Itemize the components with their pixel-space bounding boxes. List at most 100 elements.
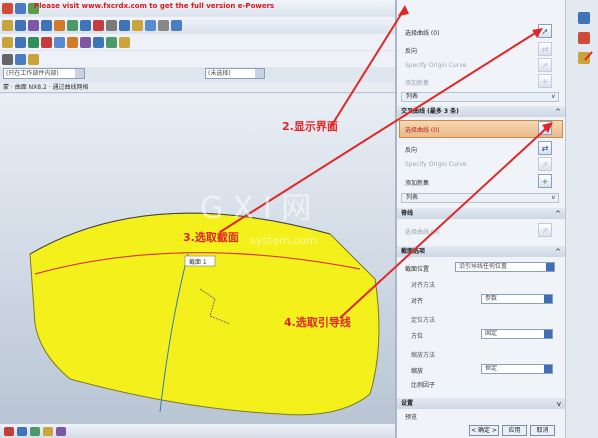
snap-point-icon[interactable]: [17, 426, 27, 436]
section-options-header[interactable]: 截面选项 ^: [397, 246, 565, 257]
cross-section-header[interactable]: 交叉曲线 (最多 3 条) ^: [397, 106, 565, 117]
position-label: 截面位置: [405, 266, 430, 273]
chevron-up-icon: ^: [555, 210, 561, 218]
add-set-icon[interactable]: +: [538, 74, 552, 88]
settings-header[interactable]: 设置 v: [397, 398, 565, 409]
surface-icon[interactable]: [2, 36, 13, 48]
shell-icon[interactable]: [80, 19, 91, 31]
n-sided-icon[interactable]: [54, 36, 65, 48]
orientation-select[interactable]: 固定: [481, 329, 553, 339]
cross-reverse-label: 反向: [405, 147, 418, 154]
feature-toolbar: [0, 17, 395, 33]
select-icon[interactable]: [2, 53, 13, 65]
cross-list-label: 列表: [406, 194, 419, 201]
pick-curve-icon[interactable]: ➚: [538, 223, 552, 237]
chevron-down-icon: [546, 263, 554, 271]
center-icon[interactable]: [56, 426, 66, 436]
orientation-label: 方位: [411, 333, 424, 340]
measure-icon[interactable]: [15, 53, 26, 65]
offset-surface-icon[interactable]: [67, 36, 78, 48]
scaling-label: 缩放: [411, 368, 424, 375]
origin-icon[interactable]: ➚: [538, 58, 552, 72]
render-icon[interactable]: [158, 19, 169, 31]
position-select[interactable]: 沿引导线任何位置: [455, 262, 555, 272]
analysis-icon[interactable]: [28, 53, 39, 65]
new-file-icon[interactable]: [15, 2, 26, 14]
swept-icon[interactable]: [28, 36, 39, 48]
alignment-value: 参数: [485, 295, 498, 302]
ok-button[interactable]: < 确定 >: [469, 425, 499, 436]
view-icon[interactable]: [145, 19, 156, 31]
blend-icon[interactable]: [54, 19, 65, 31]
revolve-icon[interactable]: [28, 19, 39, 31]
position-value: 沿引导线任何位置: [459, 263, 508, 270]
graphics-window[interactable]: 截面 1: [0, 94, 395, 424]
pick-curve-icon[interactable]: ➚: [538, 121, 552, 135]
pattern-icon[interactable]: [106, 19, 117, 31]
bridge-icon[interactable]: [106, 36, 117, 48]
snap-combo[interactable]: (未选择): [205, 68, 265, 79]
extrude-icon[interactable]: [15, 19, 26, 31]
selection-filter-value: (只在工作部件内部): [6, 70, 59, 77]
snap-combo-value: (未选择): [208, 70, 231, 77]
scaling-select[interactable]: 恒定: [481, 364, 553, 374]
endpoint-icon[interactable]: [30, 426, 40, 436]
primary-list-toggle[interactable]: 列表 v: [401, 92, 559, 102]
orientation-header: 定位方法: [411, 317, 436, 324]
reverse-icon[interactable]: ⇄: [538, 42, 552, 56]
cross-list-toggle[interactable]: 列表 v: [401, 193, 559, 203]
reverse-icon[interactable]: ⇄: [538, 141, 552, 155]
scaling-header: 缩放方法: [411, 352, 436, 359]
resource-bar: [565, 0, 598, 438]
navigator-icon[interactable]: [578, 12, 590, 24]
add-set-icon[interactable]: +: [538, 174, 552, 188]
studio-icon[interactable]: [119, 36, 130, 48]
chevron-up-icon: ^: [555, 108, 561, 116]
settings-title: 设置: [401, 400, 414, 407]
alignment-header: 对齐方法: [411, 282, 436, 289]
start-menu-icon[interactable]: [2, 2, 13, 14]
primary-add-new-label: 添加新集: [405, 80, 430, 87]
chevron-down-icon: v: [556, 400, 561, 408]
origin-icon[interactable]: ➚: [538, 157, 552, 171]
midpoint-icon[interactable]: [43, 426, 53, 436]
surface-toolbar: [0, 34, 395, 50]
status-icon[interactable]: [4, 426, 14, 436]
extend-icon[interactable]: [93, 36, 104, 48]
yellow-surface[interactable]: [29, 212, 380, 416]
chevron-down-icon: [544, 295, 552, 303]
primary-select-curve-label: 选择曲线 (0): [405, 30, 440, 37]
alignment-label: 对齐: [411, 298, 424, 305]
datum-icon[interactable]: [132, 19, 143, 31]
trial-notice: Please visit www.fxcrdx.com to get the f…: [34, 2, 275, 10]
cross-section-title: 交叉曲线 (最多 3 条): [401, 108, 459, 115]
mirror-icon[interactable]: [119, 19, 130, 31]
layer-icon[interactable]: [171, 19, 182, 31]
mesh-surface-icon[interactable]: [15, 36, 26, 48]
chevron-down-icon: [544, 330, 552, 338]
section-tag: 截面 1: [189, 258, 207, 266]
cross-origin-label: Specify Origin Curve: [405, 161, 467, 168]
chevron-down-icon: [255, 69, 264, 78]
ruled-icon[interactable]: [41, 36, 52, 48]
hole-icon[interactable]: [41, 19, 52, 31]
selection-filter-combo[interactable]: (只在工作部件内部): [3, 68, 85, 79]
primary-reverse-label: 反向: [405, 48, 418, 55]
chevron-down-icon: [75, 69, 84, 78]
chevron-down-icon: [544, 365, 552, 373]
pick-curve-icon[interactable]: ➚: [538, 24, 552, 38]
chevron-down-icon: v: [551, 194, 555, 201]
sketch-icon[interactable]: [2, 19, 13, 31]
cancel-button[interactable]: 取消: [530, 425, 555, 436]
spine-section-header[interactable]: 脊线 ^: [397, 208, 565, 219]
cross-add-new-label: 添加新集: [405, 180, 430, 187]
apply-button[interactable]: 应用: [502, 425, 527, 436]
trim-icon[interactable]: [93, 19, 104, 31]
chamfer-icon[interactable]: [67, 19, 78, 31]
alignment-select[interactable]: 参数: [481, 294, 553, 304]
chevron-up-icon: ^: [555, 248, 561, 256]
roles-icon[interactable]: [578, 52, 590, 64]
primary-list-label: 列表: [406, 93, 419, 100]
history-icon[interactable]: [578, 32, 590, 44]
sew-icon[interactable]: [80, 36, 91, 48]
